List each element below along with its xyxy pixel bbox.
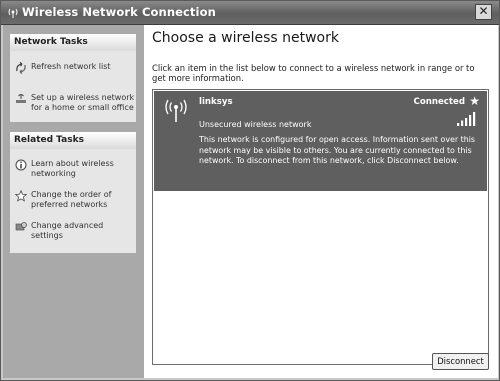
- signal-strength-icon: [457, 112, 476, 126]
- close-icon: ✕: [478, 4, 489, 18]
- wireless-network-connection-window: Wireless Network Connection ✕ Network Ta…: [0, 0, 500, 381]
- wireless-signal-icon: [165, 99, 187, 122]
- connection-status: Connected: [413, 97, 465, 107]
- main-content: Choose a wireless network Click an item …: [144, 25, 498, 378]
- network-list[interactable]: linksys Connected ★ Unsecured wireless n…: [152, 89, 489, 365]
- title-bar[interactable]: Wireless Network Connection ✕: [1, 1, 499, 25]
- setup-wireless-icon: [16, 94, 26, 103]
- refresh-icon: [16, 62, 26, 74]
- network-item-linksys[interactable]: linksys Connected ★ Unsecured wireless n…: [154, 91, 487, 191]
- setup-wireless-network-label: Set up a wireless network for a home or …: [31, 93, 135, 112]
- window-title: Wireless Network Connection: [22, 5, 216, 19]
- instructions-text: Click an item in the list below to conne…: [152, 63, 475, 83]
- related-tasks-panel: Related Tasks Learn about wireless netwo…: [10, 132, 136, 253]
- change-advanced-settings-label: Change advanced settings: [31, 221, 104, 240]
- disconnect-button[interactable]: Disconnect: [432, 353, 489, 370]
- wireless-network-icon: [8, 8, 18, 18]
- star-icon: ★: [469, 94, 480, 108]
- info-icon: [15, 159, 27, 171]
- task-pane: Network Tasks Refresh network list Set u…: [3, 25, 144, 378]
- network-info-text: This network is configured for open acce…: [199, 135, 476, 165]
- change-order-networks-label: Change the order of preferred networks: [31, 190, 112, 209]
- network-tasks-heading[interactable]: Network Tasks: [10, 34, 136, 51]
- related-tasks-heading[interactable]: Related Tasks: [10, 132, 136, 149]
- star-outline-icon: [15, 190, 27, 202]
- security-type: Unsecured wireless network: [199, 120, 312, 129]
- close-button[interactable]: ✕: [475, 4, 492, 20]
- network-tasks-panel: Network Tasks Refresh network list Set u…: [10, 34, 136, 122]
- settings-icon: [15, 222, 27, 231]
- network-name: linksys: [199, 97, 233, 107]
- page-title: Choose a wireless network: [152, 30, 339, 46]
- refresh-network-list-label: Refresh network list: [31, 62, 111, 71]
- learn-wireless-label: Learn about wireless networking: [31, 159, 114, 178]
